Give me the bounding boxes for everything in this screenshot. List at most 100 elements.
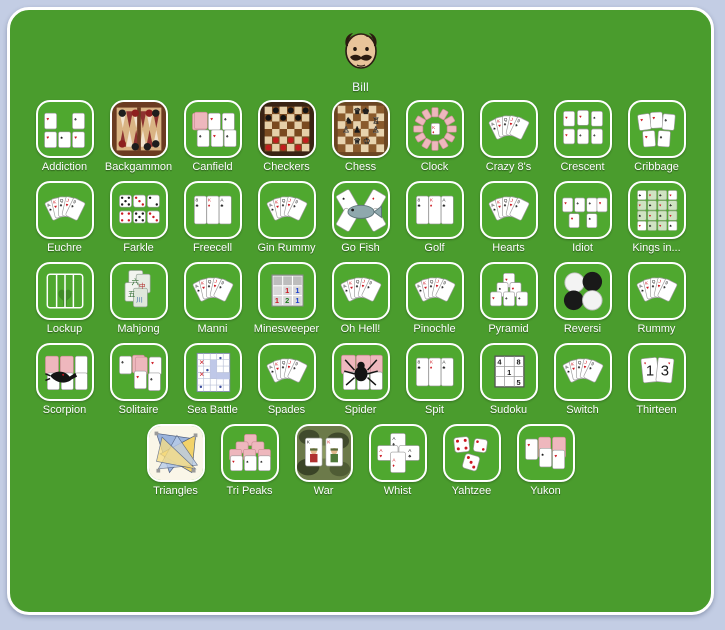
game-tile-yukon[interactable]: ♥ ♠ ♥ Yukon xyxy=(515,424,577,498)
spider-game-icon[interactable] xyxy=(331,343,390,401)
game-tile-lockup[interactable]: Lockup xyxy=(34,262,96,336)
crescent-game-icon[interactable]: ♥ ♥ ♠ ♥ ♠ ♠ xyxy=(553,100,612,158)
triangles-game-icon[interactable] xyxy=(146,424,205,482)
pinochle-game-icon[interactable]: A ♠ K ♥ Q ♠ J ♥ 9 ♠ xyxy=(405,262,464,320)
game-tile-manni[interactable]: A ♠ K ♥ Q ♠ J ♥ 9 ♠ Manni xyxy=(182,262,244,336)
svg-text:1: 1 xyxy=(645,364,653,380)
thirteen-game-icon[interactable]: 1 3 ♥ ♥ xyxy=(627,343,686,401)
game-tile-mahjong[interactable]: 六 中 五 川 Mahjong xyxy=(108,262,170,336)
game-tile-euchre[interactable]: A ♠ K ♥ Q ♠ J ♥ 9 ♠ Euchre xyxy=(34,181,96,255)
game-tile-chess[interactable]: ♛ ♚ ♞ ♖ ♙ ♟ ♙ ♕ ♔ Chess xyxy=(330,100,392,174)
lockup-game-icon[interactable] xyxy=(35,262,94,320)
minesweeper-game-icon[interactable]: 11121 xyxy=(257,262,316,320)
game-tile-switch[interactable]: A ♠ K ♥ Q ♠ J ♥ 9 ♠ Switch xyxy=(552,343,614,417)
game-tile-triangles[interactable]: Triangles xyxy=(145,424,207,498)
game-tile-freecell[interactable]: 8 ♣ K ♦ A ♣ Freecell xyxy=(182,181,244,255)
game-tile-checkers[interactable]: Checkers xyxy=(256,100,318,174)
game-tile-label: Spider xyxy=(344,404,377,416)
mahjong-game-icon[interactable]: 六 中 五 川 xyxy=(109,262,168,320)
pyramid-game-icon[interactable]: ♥ ♠ ♥ ♥ ♠ ♠ xyxy=(479,262,538,320)
whist-game-icon[interactable]: A ♠ A ♥ A ♣ A ♦ xyxy=(368,424,427,482)
kings-in-corner-game-icon[interactable]: ♣ ♥ ♣ ♥ ♥ ♣ ♥ ♣ ♣ ♥ ♣ ♥ ♥ ♣ ♥ ♣ xyxy=(627,181,686,239)
game-tile-tri-peaks[interactable]: ♥ ♠ ♠ Tri Peaks xyxy=(219,424,281,498)
game-tile-crescent[interactable]: ♥ ♥ ♠ ♥ ♠ ♠ Crescent xyxy=(552,100,614,174)
game-tile-label: Spit xyxy=(425,404,444,416)
svg-text:1: 1 xyxy=(285,286,289,295)
game-tile-thirteen[interactable]: 1 3 ♥ ♥ Thirteen xyxy=(626,343,688,417)
reversi-game-icon[interactable] xyxy=(553,262,612,320)
manni-game-icon[interactable]: A ♠ K ♥ Q ♠ J ♥ 9 ♠ xyxy=(183,262,242,320)
game-tile-label: Crescent xyxy=(560,161,605,173)
avatar[interactable] xyxy=(333,20,389,76)
game-tile-addiction[interactable]: ♥ ♠ ♥ ♠ ♥ Addiction xyxy=(34,100,96,174)
game-tile-kings-in[interactable]: ♣ ♥ ♣ ♥ ♥ ♣ ♥ ♣ ♣ ♥ ♣ ♥ ♥ ♣ ♥ ♣ Kings in... xyxy=(626,181,688,255)
tri-peaks-game-icon[interactable]: ♥ ♠ ♠ xyxy=(220,424,279,482)
war-game-icon[interactable]: K K xyxy=(294,424,353,482)
chess-game-icon[interactable]: ♛ ♚ ♞ ♖ ♙ ♟ ♙ ♕ ♔ xyxy=(331,100,390,158)
game-tile-minesweeper[interactable]: 1 1 1 2 1 Minesweeper xyxy=(254,262,319,336)
svg-text:3: 3 xyxy=(660,364,668,380)
game-tile-war[interactable]: K K War xyxy=(293,424,355,498)
game-tile-whist[interactable]: A ♠ A ♥ A ♣ A ♦ Whist xyxy=(367,424,429,498)
svg-text:♙: ♙ xyxy=(372,125,380,135)
game-tile-crazy-8-s[interactable]: A ♠ K ♥ Q ♠ J ♥ 9 ♠ Crazy 8's xyxy=(478,100,540,174)
game-tile-pyramid[interactable]: ♥ ♠ ♥ ♥ ♠ ♠ Pyramid xyxy=(478,262,540,336)
game-tile-sudoku[interactable]: 4 8 1 5 Sudoku xyxy=(478,343,540,417)
game-tile-gin-rummy[interactable]: A ♠ K ♥ Q ♠ J ♥ 9 ♠ Gin Rummy xyxy=(256,181,318,255)
canfield-game-icon[interactable]: ♥ ♠ ♠ ♥ ♠ xyxy=(183,100,242,158)
game-tile-sea-battle[interactable]: ✕ ✕ Sea Battle xyxy=(182,343,244,417)
game-tile-cribbage[interactable]: ♥ ♥ ♠ ♥ ♠ Cribbage xyxy=(626,100,688,174)
game-row: Scorpion ♠ ♥ ♥ ♠ Solitaire ✕ ✕ Sea Battle … xyxy=(10,343,711,417)
game-tile-hearts[interactable]: A ♠ K ♥ Q ♠ J ♥ 9 ♠ Hearts xyxy=(478,181,540,255)
freecell-game-icon[interactable]: 8 ♣ K ♦ A ♣ xyxy=(183,181,242,239)
svg-text:♣: ♣ xyxy=(442,365,445,370)
farkle-game-icon[interactable] xyxy=(109,181,168,239)
scorpion-game-icon[interactable] xyxy=(35,343,94,401)
idiot-game-icon[interactable]: ♥ ♠ ♠ ♥ ♥ ♠ xyxy=(553,181,612,239)
game-tile-canfield[interactable]: ♥ ♠ ♠ ♥ ♠ Canfield xyxy=(182,100,244,174)
game-tile-pinochle[interactable]: A ♠ K ♥ Q ♠ J ♥ 9 ♠ Pinochle xyxy=(404,262,466,336)
checkers-game-icon[interactable] xyxy=(257,100,316,158)
hearts-game-icon[interactable]: A ♠ K ♥ Q ♠ J ♥ 9 ♠ xyxy=(479,181,538,239)
game-tile-rummy[interactable]: A ♠ K ♥ Q ♠ J ♥ 9 ♠ Rummy xyxy=(626,262,688,336)
game-tile-backgammon[interactable]: Backgammon xyxy=(105,100,172,174)
game-tile-label: Pinochle xyxy=(413,323,456,335)
sudoku-game-icon[interactable]: 4815 xyxy=(479,343,538,401)
svg-text:♣: ♣ xyxy=(195,203,198,208)
backgammon-game-icon[interactable] xyxy=(109,100,168,158)
profile-header: Bill xyxy=(10,10,711,94)
game-tile-solitaire[interactable]: ♠ ♥ ♥ ♠ Solitaire xyxy=(108,343,170,417)
clock-game-icon[interactable]: K ♦ xyxy=(405,100,464,158)
game-tile-farkle[interactable]: Farkle xyxy=(108,181,170,255)
game-grid: ♥ ♠ ♥ ♠ ♥ Addiction Backgammon ♥ ♠ ♠ ♥ ♠… xyxy=(10,94,711,498)
crazy-eights-game-icon[interactable]: A ♠ K ♥ Q ♠ J ♥ 9 ♠ xyxy=(479,100,538,158)
game-tile-spider[interactable]: Spider xyxy=(330,343,392,417)
game-tile-reversi[interactable]: Reversi xyxy=(552,262,614,336)
game-tile-clock[interactable]: K ♦ Clock xyxy=(404,100,466,174)
golf-game-icon[interactable]: 8 ♣ K ♦ A ♣ xyxy=(405,181,464,239)
svg-text:♣: ♣ xyxy=(442,203,445,208)
game-tile-scorpion[interactable]: Scorpion xyxy=(34,343,96,417)
game-tile-spades[interactable]: A ♠ K ♥ Q ♠ J ♥ 9 ♠ Spades xyxy=(256,343,318,417)
game-tile-spit[interactable]: 8 ♣ K ♦ A ♣ Spit xyxy=(404,343,466,417)
addiction-game-icon[interactable]: ♥ ♠ ♥ ♠ ♥ xyxy=(35,100,94,158)
oh-hell-game-icon[interactable]: A ♠ K ♥ Q ♠ J ♥ 9 ♠ xyxy=(331,262,390,320)
euchre-game-icon[interactable]: A ♠ K ♥ Q ♠ J ♥ 9 ♠ xyxy=(35,181,94,239)
spades-game-icon[interactable]: A ♠ K ♥ Q ♠ J ♥ 9 ♠ xyxy=(257,343,316,401)
svg-text:1: 1 xyxy=(295,296,299,305)
game-tile-golf[interactable]: 8 ♣ K ♦ A ♣ Golf xyxy=(404,181,466,255)
yukon-game-icon[interactable]: ♥ ♠ ♥ xyxy=(516,424,575,482)
game-tile-idiot[interactable]: ♥ ♠ ♠ ♥ ♥ ♠ Idiot xyxy=(552,181,614,255)
switch-game-icon[interactable]: A ♠ K ♥ Q ♠ J ♥ 9 ♠ xyxy=(553,343,612,401)
rummy-game-icon[interactable]: A ♠ K ♥ Q ♠ J ♥ 9 ♠ xyxy=(627,262,686,320)
cribbage-game-icon[interactable]: ♥ ♥ ♠ ♥ ♠ xyxy=(627,100,686,158)
game-tile-go-fish[interactable]: ♠ ♦ Go Fish xyxy=(330,181,392,255)
spit-game-icon[interactable]: 8 ♣ K ♦ A ♣ xyxy=(405,343,464,401)
go-fish-game-icon[interactable]: ♠ ♦ xyxy=(331,181,390,239)
game-tile-yahtzee[interactable]: Yahtzee xyxy=(441,424,503,498)
gin-rummy-game-icon[interactable]: A ♠ K ♥ Q ♠ J ♥ 9 ♠ xyxy=(257,181,316,239)
solitaire-game-icon[interactable]: ♠ ♥ ♥ ♠ xyxy=(109,343,168,401)
sea-battle-game-icon[interactable]: ✕ ✕ xyxy=(183,343,242,401)
game-tile-oh-hell[interactable]: A ♠ K ♥ Q ♠ J ♥ 9 ♠ Oh Hell! xyxy=(330,262,392,336)
yahtzee-game-icon[interactable] xyxy=(442,424,501,482)
